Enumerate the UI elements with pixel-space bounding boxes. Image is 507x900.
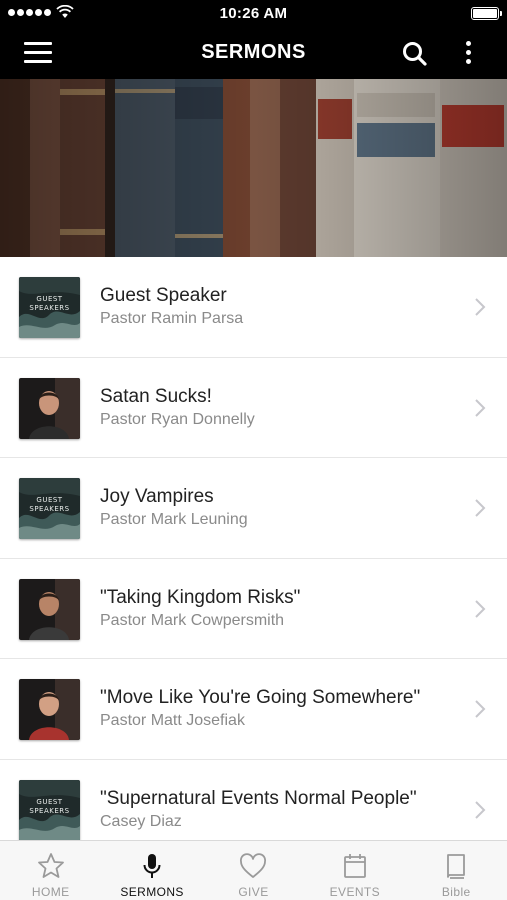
guest-speakers-thumbnail: GUEST SPEAKERS	[19, 779, 80, 840]
sermon-list-item[interactable]: GUEST SPEAKERS Guest Speaker Pastor Ramin…	[0, 257, 507, 358]
speaker-photo-thumbnail	[19, 679, 80, 740]
calendar-icon	[343, 854, 366, 878]
tab-events[interactable]: EVENTS	[304, 841, 405, 900]
chevron-right-icon	[475, 700, 486, 718]
navigation-bar: SERMONS	[0, 26, 507, 79]
search-icon[interactable]	[400, 39, 430, 69]
tab-label: HOME	[31, 885, 70, 899]
tab-give[interactable]: GIVE	[203, 841, 304, 900]
svg-text:GUEST: GUEST	[36, 798, 62, 806]
tab-label: EVENTS	[329, 885, 381, 899]
sermon-speaker: Casey Diaz	[100, 812, 182, 830]
chevron-right-icon	[475, 800, 486, 819]
star-icon	[37, 853, 64, 878]
sermon-title: Joy Vampires	[100, 486, 214, 507]
chevron-right-icon	[475, 298, 486, 316]
chevron-right-icon	[475, 499, 486, 517]
hamburger-menu-icon[interactable]	[24, 42, 52, 64]
speaker-photo-thumbnail	[19, 578, 80, 640]
sermon-list-item[interactable]: GUEST SPEAKERS "Supernatural Events Norma…	[0, 759, 507, 840]
svg-text:GUEST: GUEST	[36, 295, 62, 303]
sermon-speaker: Pastor Mark Cowpersmith	[100, 611, 285, 629]
tab-sermons[interactable]: SERMONS	[101, 841, 202, 900]
guest-speakers-thumbnail: GUEST SPEAKERS	[19, 277, 80, 338]
sermon-list-item[interactable]: GUEST SPEAKERS Joy Vampires Pastor Mark L…	[0, 458, 507, 559]
hero-banner-image	[0, 79, 507, 257]
chevron-right-icon	[475, 599, 486, 618]
more-vertical-icon[interactable]	[458, 38, 478, 68]
microphone-icon	[143, 854, 161, 878]
sermon-list: GUEST SPEAKERS Guest Speaker Pastor Ramin…	[0, 257, 507, 840]
chevron-right-icon	[475, 398, 486, 417]
sermon-title: "Taking Kingdom Risks"	[100, 586, 301, 608]
svg-text:GUEST: GUEST	[36, 496, 62, 504]
sermon-speaker: Pastor Mark Leuning	[100, 511, 248, 528]
svg-text:SPEAKERS: SPEAKERS	[29, 505, 69, 513]
sermon-title: "Supernatural Events Normal People"	[100, 787, 417, 809]
sermon-title: Guest Speaker	[100, 285, 227, 306]
page-title: SERMONS	[201, 41, 306, 63]
tab-bar: HOME SERMONS GIVE EVENTS Bible	[0, 840, 507, 900]
speaker-photo-thumbnail	[19, 377, 80, 439]
svg-text:SPEAKERS: SPEAKERS	[29, 304, 69, 312]
sermon-speaker: Pastor Matt Josefiak	[100, 712, 245, 729]
status-bar: 10:26 AM	[0, 0, 507, 26]
books-illustration	[0, 79, 507, 257]
heart-icon	[240, 853, 267, 878]
sermon-list-item[interactable]: "Move Like You're Going Somewhere" Pasto…	[0, 659, 507, 760]
tab-label: SERMONS	[120, 885, 184, 899]
guest-speakers-thumbnail: GUEST SPEAKERS	[19, 478, 80, 539]
status-time: 10:26 AM	[219, 5, 288, 22]
tab-bible[interactable]: Bible	[406, 841, 507, 900]
sermon-speaker: Pastor Ryan Donnelly	[100, 410, 255, 428]
tab-home[interactable]: HOME	[0, 841, 101, 900]
sermon-speaker: Pastor Ramin Parsa	[100, 310, 244, 327]
sermon-list-item[interactable]: "Taking Kingdom Risks" Pastor Mark Cowpe…	[0, 558, 507, 659]
svg-text:SPEAKERS: SPEAKERS	[29, 807, 69, 815]
sermon-title: Satan Sucks!	[100, 385, 212, 407]
sermon-list-item[interactable]: Satan Sucks! Pastor Ryan Donnelly	[0, 357, 507, 458]
book-icon	[447, 854, 466, 879]
tab-label: GIVE	[238, 885, 269, 899]
sermon-title: "Move Like You're Going Somewhere"	[100, 687, 421, 708]
tab-label: Bible	[441, 885, 471, 899]
battery-icon	[471, 7, 502, 20]
